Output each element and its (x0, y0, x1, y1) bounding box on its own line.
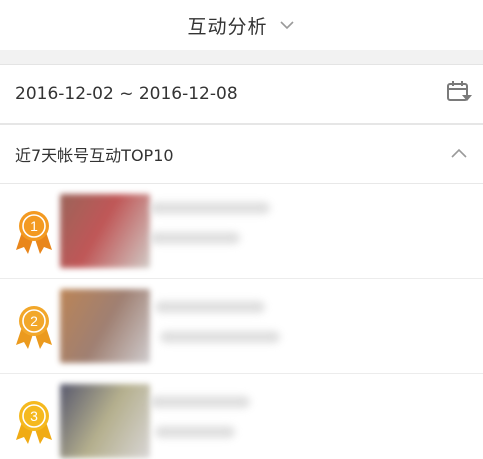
top10-section-header[interactable]: 近7天帐号互动TOP10 (0, 125, 483, 184)
account-name-placeholder (150, 396, 250, 408)
ranking-item-3[interactable]: 3 (0, 374, 483, 459)
chevron-up-icon[interactable] (449, 145, 469, 161)
section-divider (0, 50, 483, 65)
account-name-placeholder (155, 301, 265, 313)
account-name-placeholder (150, 202, 270, 214)
ranking-item-1[interactable]: 1 (0, 184, 483, 279)
account-avatar (60, 194, 150, 268)
rank-medal-icon: 3 (14, 396, 54, 446)
app-screen: 互动分析 2016-12-02 ~ 2016-12-08 近7天帐号互动TOP1… (0, 0, 483, 459)
account-stats-placeholder (150, 232, 240, 244)
account-avatar (60, 384, 150, 458)
chevron-down-icon (278, 16, 296, 34)
rank-number: 3 (30, 408, 38, 424)
calendar-icon[interactable] (445, 79, 473, 107)
date-range-text: 2016-12-02 ~ 2016-12-08 (15, 84, 238, 104)
account-avatar (60, 289, 150, 363)
ranking-list: 1 2 3 (0, 184, 483, 459)
date-range-picker[interactable]: 2016-12-02 ~ 2016-12-08 (0, 65, 483, 125)
rank-number: 2 (30, 313, 38, 329)
rank-number: 1 (30, 218, 38, 234)
ranking-item-2[interactable]: 2 (0, 279, 483, 374)
account-stats-placeholder (160, 331, 280, 343)
analysis-type-selector[interactable]: 互动分析 (0, 0, 483, 50)
rank-medal-icon: 1 (14, 206, 54, 256)
account-stats-placeholder (155, 426, 235, 438)
rank-medal-icon: 2 (14, 301, 54, 351)
section-title: 近7天帐号互动TOP10 (15, 146, 174, 165)
page-title: 互动分析 (187, 15, 268, 38)
